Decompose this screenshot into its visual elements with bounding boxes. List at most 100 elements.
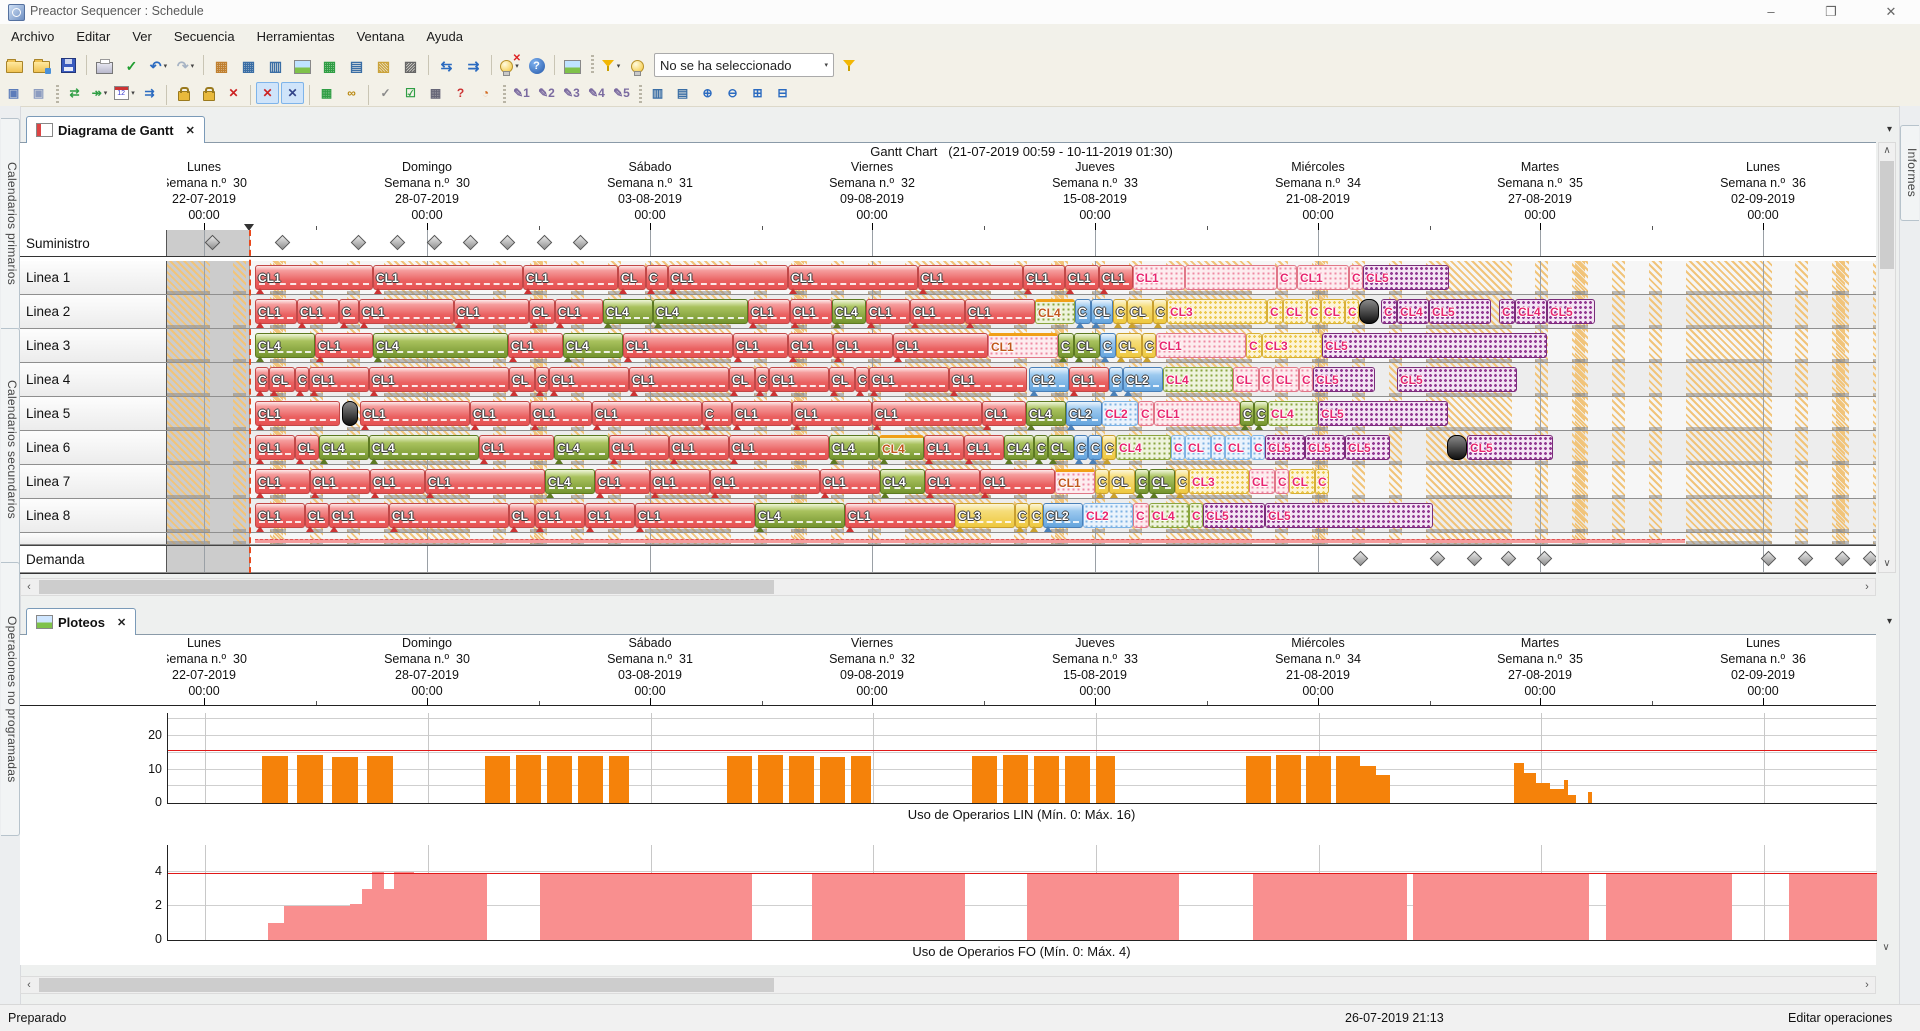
gantt-bar[interactable]: CL1 [555, 299, 603, 324]
gantt-bar[interactable]: C [1211, 435, 1225, 460]
supply-marker-icon[interactable] [426, 234, 443, 251]
gantt-bar[interactable]: CL1 [1069, 367, 1109, 392]
gantt-bar[interactable]: CL1 [949, 367, 1027, 392]
gantt-bar[interactable]: CL1 [733, 333, 788, 358]
highlight-bulb-icon[interactable] [625, 53, 650, 78]
gantt-bar[interactable]: CL4 [879, 435, 924, 460]
gantt-bar[interactable]: CL [1091, 299, 1113, 324]
gantt-bar[interactable]: C [1015, 503, 1029, 528]
gantt-bar[interactable]: CL1 [470, 401, 530, 426]
gantt-bar[interactable]: CL1 [1055, 469, 1095, 494]
alerts-view-icon[interactable]: ▨ [398, 53, 423, 78]
validate-icon[interactable]: ✓ [119, 53, 144, 78]
menu-item-ver[interactable]: Ver [121, 24, 163, 50]
gantt-hscrollbar[interactable]: ‹ › [20, 578, 1876, 596]
scroll-right-icon[interactable]: › [1859, 579, 1875, 595]
menu-item-secuencia[interactable]: Secuencia [163, 24, 246, 50]
gantt-bar[interactable]: CL [1225, 435, 1251, 460]
table-columns-icon[interactable]: ▥ [646, 82, 669, 104]
gantt-bar[interactable]: CL4 [1397, 299, 1429, 324]
demand-marker-icon[interactable] [1797, 550, 1814, 567]
gantt-vscrollbar[interactable]: ∧ ∨ [1878, 142, 1896, 573]
gantt-bar[interactable] [1185, 265, 1277, 290]
gantt-bar[interactable]: C [255, 367, 269, 392]
demand-marker-icon[interactable] [1352, 550, 1369, 567]
gantt-bar[interactable]: CL1 [869, 367, 949, 392]
lock-all-icon[interactable] [197, 82, 220, 104]
schedule-forward-icon[interactable]: ↠ ▾ [88, 82, 111, 104]
gantt-bar[interactable]: CL4 [545, 469, 595, 494]
gantt-bar[interactable]: C [1135, 469, 1149, 494]
gantt-bar[interactable]: C [1075, 299, 1091, 324]
gantt-bar[interactable]: CL1 [329, 503, 389, 528]
gantt-bar[interactable]: CL1 [373, 265, 523, 290]
gantt-bar[interactable]: CL1 [369, 367, 509, 392]
restore-button[interactable]: ❐ [1808, 0, 1854, 24]
gantt-bar[interactable]: CL1 [454, 299, 529, 324]
gantt-bar[interactable]: CL4 [319, 435, 369, 460]
demand-marker-icon[interactable] [1466, 550, 1483, 567]
paste-plan-icon[interactable]: ▣ [27, 82, 50, 104]
gantt-bar[interactable]: CL [295, 435, 319, 460]
gantt-bar[interactable]: CL1 [650, 469, 710, 494]
gantt-bar[interactable]: C [1142, 333, 1156, 358]
scroll-left-icon[interactable]: ‹ [21, 579, 37, 595]
gantt-bar[interactable]: CL1 [530, 401, 592, 426]
gantt-bar[interactable]: CL1 [535, 503, 585, 528]
gantt-bar[interactable]: CL1 [769, 367, 829, 392]
menu-item-editar[interactable]: Editar [65, 24, 121, 50]
gantt-bar[interactable]: C [1113, 299, 1127, 324]
plots-hscrollbar[interactable]: ‹ › [20, 976, 1876, 994]
gantt-bar[interactable]: CL5 [1265, 503, 1433, 528]
gantt-bar[interactable]: CL1 [595, 469, 650, 494]
gantt-bar[interactable]: CL1 [255, 469, 310, 494]
demand-marker-icon[interactable] [1862, 550, 1876, 567]
help-icon[interactable]: ? [524, 53, 549, 78]
gantt-bar[interactable]: C [1095, 469, 1109, 494]
gantt-bar[interactable]: CL1 [389, 503, 509, 528]
row-label-linea-5[interactable]: Linea 5 [20, 397, 167, 430]
gantt-bar[interactable]: CL1 [965, 299, 1035, 324]
gantt-bar[interactable]: C [1349, 265, 1363, 290]
gantt-bar[interactable]: CL2 [1043, 503, 1083, 528]
gantt-pane-dropdown-icon[interactable]: ▾ [1887, 124, 1892, 135]
plots-hscrollbar-thumb[interactable] [39, 978, 774, 992]
gantt-bar[interactable]: CL5 [1429, 299, 1491, 324]
infinite-capacity-icon[interactable]: ∞ [340, 82, 363, 104]
export-data-icon[interactable]: ⇉ [461, 53, 486, 78]
scroll-down-icon[interactable]: ∨ [1878, 940, 1894, 956]
gantt-vscrollbar-thumb[interactable] [1880, 161, 1894, 269]
snapshot-icon[interactable] [560, 53, 585, 78]
demand-marker-icon[interactable] [1834, 550, 1851, 567]
zoom-fit-icon[interactable]: ⊞ [746, 82, 769, 104]
pen-filter-3-icon[interactable]: ✎3 [560, 82, 583, 104]
gantt-bar[interactable]: CL2 [1083, 503, 1133, 528]
sidebar-tab-informes[interactable]: Informes [1900, 125, 1919, 221]
gantt-bar[interactable]: CL1 [629, 367, 729, 392]
gantt-bar[interactable]: CL1 [1154, 401, 1240, 426]
gantt-view-icon[interactable]: ▦ [236, 53, 261, 78]
reports-view-icon[interactable]: ▧ [371, 53, 396, 78]
gantt-bar[interactable]: CL [509, 367, 535, 392]
gantt-bar[interactable]: C [1029, 503, 1043, 528]
gantt-bar[interactable]: CL3 [1167, 299, 1267, 324]
gantt-bar[interactable]: CL4 [554, 435, 609, 460]
gantt-bar[interactable]: C [1088, 435, 1102, 460]
gantt-bar[interactable]: CL1 [788, 265, 918, 290]
menu-item-ayuda[interactable]: Ayuda [415, 24, 474, 50]
pie-chart-icon[interactable]: ◔ [474, 82, 497, 104]
gantt-bar[interactable]: CL4 [653, 299, 748, 324]
gantt-bar[interactable]: C [535, 367, 549, 392]
gantt-bar[interactable]: CL5 [1397, 367, 1517, 392]
row-label-linea-2[interactable]: Linea 2 [20, 295, 167, 328]
plots-pane-dropdown-icon[interactable]: ▾ [1887, 616, 1892, 627]
sequence-overview-icon[interactable]: ▦ [209, 53, 234, 78]
gantt-bar[interactable]: CL1 [623, 333, 733, 358]
gantt-bar[interactable]: CL1 [924, 435, 964, 460]
gantt-bar[interactable]: C [1138, 401, 1154, 426]
gantt-bar[interactable]: C [1153, 299, 1167, 324]
gantt-bar[interactable]: CL1 [1065, 265, 1099, 290]
gantt-bar[interactable]: C [295, 367, 309, 392]
gantt-bar[interactable]: CL4 [373, 333, 508, 358]
row-label-linea-7[interactable]: Linea 7 [20, 465, 167, 498]
